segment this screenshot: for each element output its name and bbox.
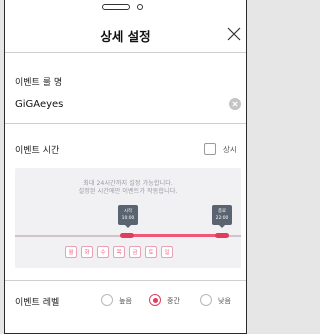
day-tue[interactable]: 화 [81, 246, 93, 258]
start-time: 10:00 [121, 216, 135, 221]
day-wed[interactable]: 수 [97, 246, 109, 258]
event-level-label: 이벤트 레벨 [15, 298, 60, 308]
clear-input-icon[interactable] [229, 98, 241, 110]
level-low-label: 낮음 [218, 297, 231, 305]
always-checkbox[interactable] [204, 143, 216, 155]
camera-dot [137, 4, 143, 10]
page-title: 상세 설정 [100, 29, 151, 44]
level-medium-radio[interactable] [149, 294, 161, 306]
phone-frame: 상세 설정 이벤트 룰 명 GiGAeyes 이벤트 시간 상시 최대 24시간… [4, 0, 247, 334]
level-low-radio[interactable] [200, 294, 212, 306]
rule-name-label: 이벤트 룰 명 [15, 78, 63, 88]
day-sat[interactable]: 토 [145, 246, 157, 258]
end-label: 종료 [217, 209, 227, 214]
always-label: 상시 [223, 145, 237, 154]
header-divider [5, 52, 246, 53]
start-time-handle[interactable] [120, 233, 134, 238]
day-sun[interactable]: 일 [161, 246, 173, 258]
start-label: 시작 [123, 209, 133, 214]
level-high-radio[interactable] [101, 294, 113, 306]
section-divider-2 [5, 280, 246, 281]
speaker-slot [102, 4, 130, 10]
notice-line-2: 설정된 시간에만 이벤트가 작동합니다. [78, 188, 178, 195]
end-time-tooltip: 종료 22:00 [212, 205, 232, 228]
notice-line-1: 최대 24시간까지 설정 가능합니다. [83, 180, 173, 187]
end-time: 22:00 [215, 216, 229, 221]
event-time-label: 이벤트 시간 [15, 146, 60, 156]
day-fri[interactable]: 금 [129, 246, 141, 258]
start-time-tooltip: 시작 10:00 [118, 205, 138, 228]
end-time-handle[interactable] [215, 233, 229, 238]
level-high-label: 높음 [119, 297, 132, 305]
level-medium-label: 중간 [167, 297, 180, 305]
close-icon[interactable] [227, 27, 241, 41]
day-thu[interactable]: 목 [113, 246, 125, 258]
day-mon[interactable]: 월 [65, 246, 77, 258]
time-range-fill [125, 234, 229, 237]
section-divider [5, 123, 246, 124]
rule-name-input[interactable]: GiGAeyes [15, 99, 63, 110]
